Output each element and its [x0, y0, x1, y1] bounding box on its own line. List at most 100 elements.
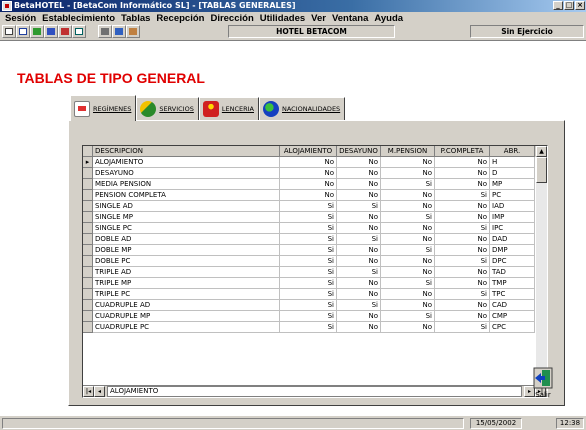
tab-regimenes[interactable]: REGÍMENES: [70, 95, 137, 121]
row-indicator[interactable]: [83, 212, 93, 223]
table-row[interactable]: DOBLE AD Si Si No No DAD: [83, 234, 536, 245]
plane-icon[interactable]: [44, 25, 58, 38]
cell-pension-completa[interactable]: No: [435, 157, 490, 168]
cell-descripcion[interactable]: ALOJAMIENTO: [93, 157, 280, 168]
column-header-abreviatura[interactable]: ABR.: [490, 146, 535, 157]
user-icon[interactable]: [126, 25, 140, 38]
cell-abreviatura[interactable]: MP: [490, 179, 535, 190]
table-row[interactable]: CUADRUPLE PC Si No No Si CPC: [83, 322, 536, 333]
cell-abreviatura[interactable]: H: [490, 157, 535, 168]
cell-desayuno[interactable]: No: [337, 278, 381, 289]
users-icon[interactable]: [112, 25, 126, 38]
table-row[interactable]: ▸ ALOJAMIENTO No No No No H: [83, 157, 536, 168]
row-indicator[interactable]: [83, 179, 93, 190]
tab-lenceria[interactable]: LENCERIA: [198, 97, 259, 121]
cell-desayuno[interactable]: No: [337, 289, 381, 300]
cell-pension-completa[interactable]: No: [435, 168, 490, 179]
cell-abreviatura[interactable]: PC: [490, 190, 535, 201]
table-row[interactable]: SINGLE PC Si No No Si IPC: [83, 223, 536, 234]
prev-record-icon[interactable]: ◂: [94, 386, 105, 397]
cell-media-pension[interactable]: Si: [381, 278, 435, 289]
tab-nacionalidades[interactable]: NACIONALIDADES: [258, 97, 346, 121]
menu-tablas[interactable]: Tablas: [118, 12, 153, 25]
menu-ver[interactable]: Ver: [308, 12, 329, 25]
cell-desayuno[interactable]: No: [337, 223, 381, 234]
row-indicator[interactable]: [83, 245, 93, 256]
menu-utilidades[interactable]: Utilidades: [257, 12, 308, 25]
cell-abreviatura[interactable]: TPC: [490, 289, 535, 300]
table-row[interactable]: CUADRUPLE AD Si Si No No CAD: [83, 300, 536, 311]
cell-descripcion[interactable]: DOBLE PC: [93, 256, 280, 267]
cell-abreviatura[interactable]: IPC: [490, 223, 535, 234]
cell-pension-completa[interactable]: No: [435, 267, 490, 278]
cell-abreviatura[interactable]: CPC: [490, 322, 535, 333]
cell-alojamiento[interactable]: No: [280, 190, 337, 201]
cell-abreviatura[interactable]: DMP: [490, 245, 535, 256]
cell-descripcion[interactable]: CUADRUPLE MP: [93, 311, 280, 322]
cell-abreviatura[interactable]: CAD: [490, 300, 535, 311]
column-header-desayuno[interactable]: DESAYUNO: [337, 146, 381, 157]
table-row[interactable]: SINGLE AD Si Si No No IAD: [83, 201, 536, 212]
cell-alojamiento[interactable]: Si: [280, 267, 337, 278]
cell-alojamiento[interactable]: No: [280, 168, 337, 179]
cell-descripcion[interactable]: DESAYUNO: [93, 168, 280, 179]
cell-alojamiento[interactable]: Si: [280, 278, 337, 289]
cell-abreviatura[interactable]: D: [490, 168, 535, 179]
cell-descripcion[interactable]: SINGLE AD: [93, 201, 280, 212]
regimenes-grid[interactable]: DESCRIPCION ALOJAMIENTO DESAYUNO M.PENSI…: [82, 145, 548, 398]
table-row[interactable]: CUADRUPLE MP Si No Si No CMP: [83, 311, 536, 322]
cell-pension-completa[interactable]: Si: [435, 322, 490, 333]
cell-media-pension[interactable]: No: [381, 168, 435, 179]
cell-alojamiento[interactable]: Si: [280, 300, 337, 311]
cell-media-pension[interactable]: No: [381, 322, 435, 333]
table-row[interactable]: TRIPLE PC Si No No Si TPC: [83, 289, 536, 300]
cell-media-pension[interactable]: No: [381, 256, 435, 267]
cell-desayuno[interactable]: No: [337, 179, 381, 190]
cell-media-pension[interactable]: No: [381, 300, 435, 311]
row-indicator[interactable]: [83, 190, 93, 201]
menu-direccion[interactable]: Dirección: [207, 12, 256, 25]
cell-alojamiento[interactable]: Si: [280, 201, 337, 212]
exit-button[interactable]: Salir: [530, 367, 556, 407]
cell-desayuno[interactable]: No: [337, 212, 381, 223]
cell-abreviatura[interactable]: DAD: [490, 234, 535, 245]
row-indicator[interactable]: [83, 201, 93, 212]
card-icon[interactable]: [58, 25, 72, 38]
table-row[interactable]: PENSION COMPLETA No No No Si PC: [83, 190, 536, 201]
cell-pension-completa[interactable]: No: [435, 234, 490, 245]
cell-descripcion[interactable]: TRIPLE PC: [93, 289, 280, 300]
cell-abreviatura[interactable]: TAD: [490, 267, 535, 278]
cell-alojamiento[interactable]: Si: [280, 256, 337, 267]
cell-descripcion[interactable]: TRIPLE AD: [93, 267, 280, 278]
table-row[interactable]: DOBLE MP Si No Si No DMP: [83, 245, 536, 256]
cell-media-pension[interactable]: Si: [381, 212, 435, 223]
minimize-button[interactable]: _: [553, 1, 563, 10]
scroll-thumb[interactable]: [536, 157, 547, 183]
tab-servicios[interactable]: SERVICIOS: [136, 97, 199, 121]
cell-descripcion[interactable]: CUADRUPLE PC: [93, 322, 280, 333]
column-header-media-pension[interactable]: M.PENSION: [381, 146, 435, 157]
scroll-up-icon[interactable]: ▲: [536, 146, 547, 157]
row-indicator[interactable]: [83, 278, 93, 289]
table-row[interactable]: MEDIA PENSION No No Si No MP: [83, 179, 536, 190]
cell-media-pension[interactable]: No: [381, 223, 435, 234]
cell-pension-completa[interactable]: Si: [435, 289, 490, 300]
cell-pension-completa[interactable]: Si: [435, 190, 490, 201]
edit-icon[interactable]: [16, 25, 30, 38]
cell-media-pension[interactable]: No: [381, 201, 435, 212]
cell-media-pension[interactable]: No: [381, 234, 435, 245]
layout-icon[interactable]: [72, 25, 86, 38]
cell-descripcion[interactable]: PENSION COMPLETA: [93, 190, 280, 201]
cell-alojamiento[interactable]: Si: [280, 245, 337, 256]
cell-desayuno[interactable]: Si: [337, 267, 381, 278]
cell-alojamiento[interactable]: No: [280, 157, 337, 168]
first-record-icon[interactable]: |◂: [83, 386, 94, 397]
cell-desayuno[interactable]: No: [337, 256, 381, 267]
cell-media-pension[interactable]: Si: [381, 311, 435, 322]
cell-desayuno[interactable]: No: [337, 311, 381, 322]
cell-media-pension[interactable]: Si: [381, 179, 435, 190]
row-indicator[interactable]: [83, 300, 93, 311]
cell-desayuno[interactable]: Si: [337, 201, 381, 212]
cell-descripcion[interactable]: DOBLE MP: [93, 245, 280, 256]
cell-pension-completa[interactable]: No: [435, 201, 490, 212]
